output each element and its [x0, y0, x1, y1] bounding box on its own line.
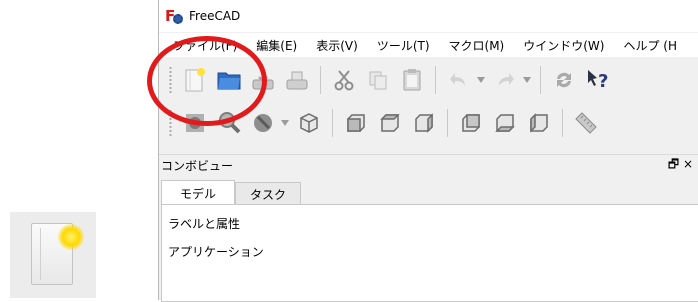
save-as-button[interactable] — [282, 65, 312, 95]
copy-icon — [369, 71, 387, 90]
tab-model[interactable]: モデル — [161, 180, 236, 205]
freecad-logo-icon: F — [165, 7, 183, 25]
menu-tools[interactable]: ツール(T) — [367, 37, 439, 54]
combo-view-header: コンボビュー 🗗 × — [159, 154, 698, 175]
toolbar-separator — [435, 66, 436, 94]
toolbar-separator — [562, 109, 563, 137]
left-view-button[interactable] — [524, 108, 554, 138]
toolbar-separator — [540, 66, 541, 94]
svg-text:?: ? — [598, 71, 608, 92]
combo-view-tabs: モデル タスク — [161, 180, 302, 205]
measure-button[interactable] — [571, 108, 601, 138]
dock-controls[interactable]: 🗗 × — [668, 155, 693, 176]
top-view-button[interactable] — [375, 108, 405, 138]
bottom-view-button[interactable] — [490, 108, 520, 138]
refresh-icon — [557, 72, 571, 88]
chevron-down-icon — [523, 77, 531, 83]
whats-this-button[interactable]: ? — [583, 65, 613, 95]
menu-window[interactable]: ウインドウ(W) — [513, 37, 613, 54]
rear-view-icon — [462, 114, 480, 132]
front-view-icon — [347, 114, 365, 132]
measure-icon — [575, 112, 597, 134]
title-bar: F FreeCAD — [159, 0, 698, 32]
front-view-button[interactable] — [341, 108, 371, 138]
tree-item-application[interactable]: アプリケーション — [168, 243, 264, 260]
zoomed-star-icon — [58, 224, 84, 250]
bottom-view-icon — [495, 114, 515, 132]
highlight-circle — [147, 36, 267, 126]
chevron-down-icon — [477, 77, 485, 83]
toolbar-separator — [332, 109, 333, 137]
right-view-icon — [415, 113, 433, 133]
toolbar-separator — [447, 109, 448, 137]
redo-icon — [499, 73, 514, 86]
copy-button[interactable] — [363, 65, 393, 95]
right-view-button[interactable] — [409, 108, 439, 138]
window-title: FreeCAD — [189, 9, 241, 23]
draw-style-icon — [254, 114, 272, 132]
tab-tasks[interactable]: タスク — [235, 182, 302, 205]
save-as-icon — [286, 71, 308, 90]
redo-dropdown[interactable] — [522, 65, 532, 95]
chevron-down-icon — [281, 120, 289, 126]
refresh-button[interactable] — [549, 65, 579, 95]
menu-macro[interactable]: マクロ(M) — [439, 37, 514, 54]
undo-button[interactable] — [444, 65, 474, 95]
menu-edit[interactable]: 編集(E) — [246, 37, 306, 54]
paste-button[interactable] — [397, 65, 427, 95]
draw-style-dropdown[interactable] — [280, 108, 290, 138]
top-view-icon — [380, 114, 400, 132]
paste-icon — [403, 69, 421, 91]
draw-style-button[interactable] — [248, 108, 278, 138]
zoomed-new-document-callout — [10, 212, 96, 298]
cut-button[interactable] — [329, 65, 359, 95]
isometric-view-button[interactable] — [294, 108, 324, 138]
isometric-icon — [300, 113, 318, 133]
left-view-icon — [530, 113, 548, 133]
rear-view-button[interactable] — [456, 108, 486, 138]
toolbar-separator — [320, 66, 321, 94]
cut-icon — [334, 70, 354, 91]
menu-help[interactable]: ヘルプ (H — [613, 37, 686, 54]
combo-view-title: コンボビュー — [161, 158, 234, 173]
redo-button[interactable] — [490, 65, 520, 95]
model-tree: ラベルと属性 アプリケーション — [161, 204, 698, 302]
whats-this-icon: ? — [588, 70, 608, 92]
menu-view[interactable]: 表示(V) — [306, 37, 367, 54]
undo-icon — [450, 73, 465, 86]
undo-dropdown[interactable] — [476, 65, 486, 95]
tree-column-header: ラベルと属性 — [168, 217, 241, 231]
